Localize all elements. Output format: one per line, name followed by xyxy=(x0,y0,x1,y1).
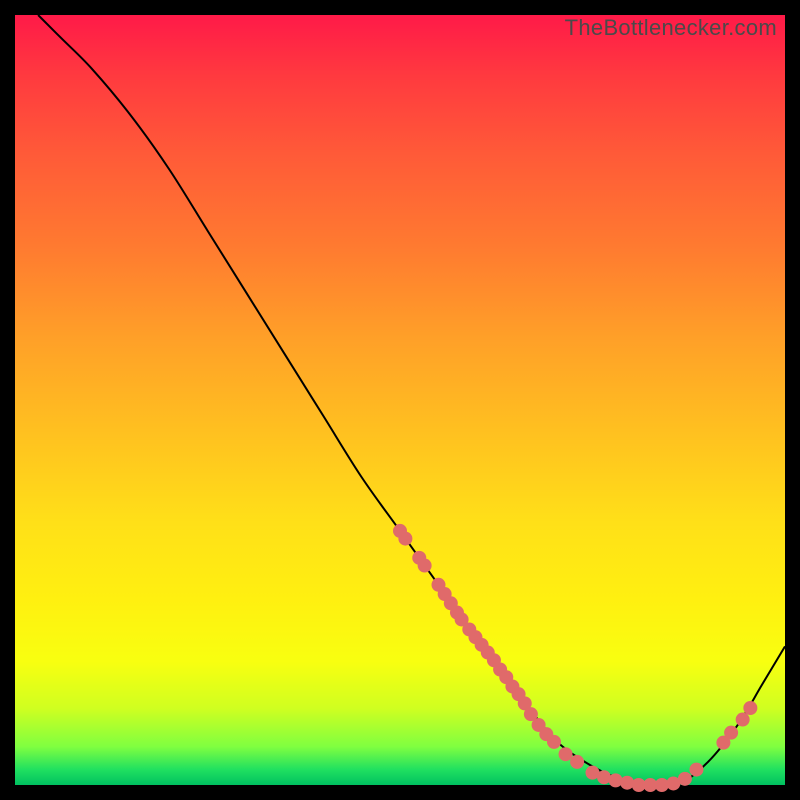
curve-marker xyxy=(570,755,584,769)
curve-marker xyxy=(547,735,561,749)
bottleneck-curve-line xyxy=(38,15,785,787)
chart-frame: TheBottlenecker.com xyxy=(15,15,785,785)
curve-marker xyxy=(736,713,750,727)
curve-marker xyxy=(689,763,703,777)
curve-marker xyxy=(418,559,432,573)
curve-marker xyxy=(724,726,738,740)
curve-marker xyxy=(678,772,692,786)
bottleneck-chart-svg xyxy=(15,15,785,785)
curve-marker xyxy=(398,532,412,546)
curve-marker xyxy=(620,776,634,790)
curve-marker xyxy=(609,773,623,787)
curve-marker xyxy=(559,747,573,761)
curve-marker-group xyxy=(393,524,757,792)
curve-marker xyxy=(743,701,757,715)
